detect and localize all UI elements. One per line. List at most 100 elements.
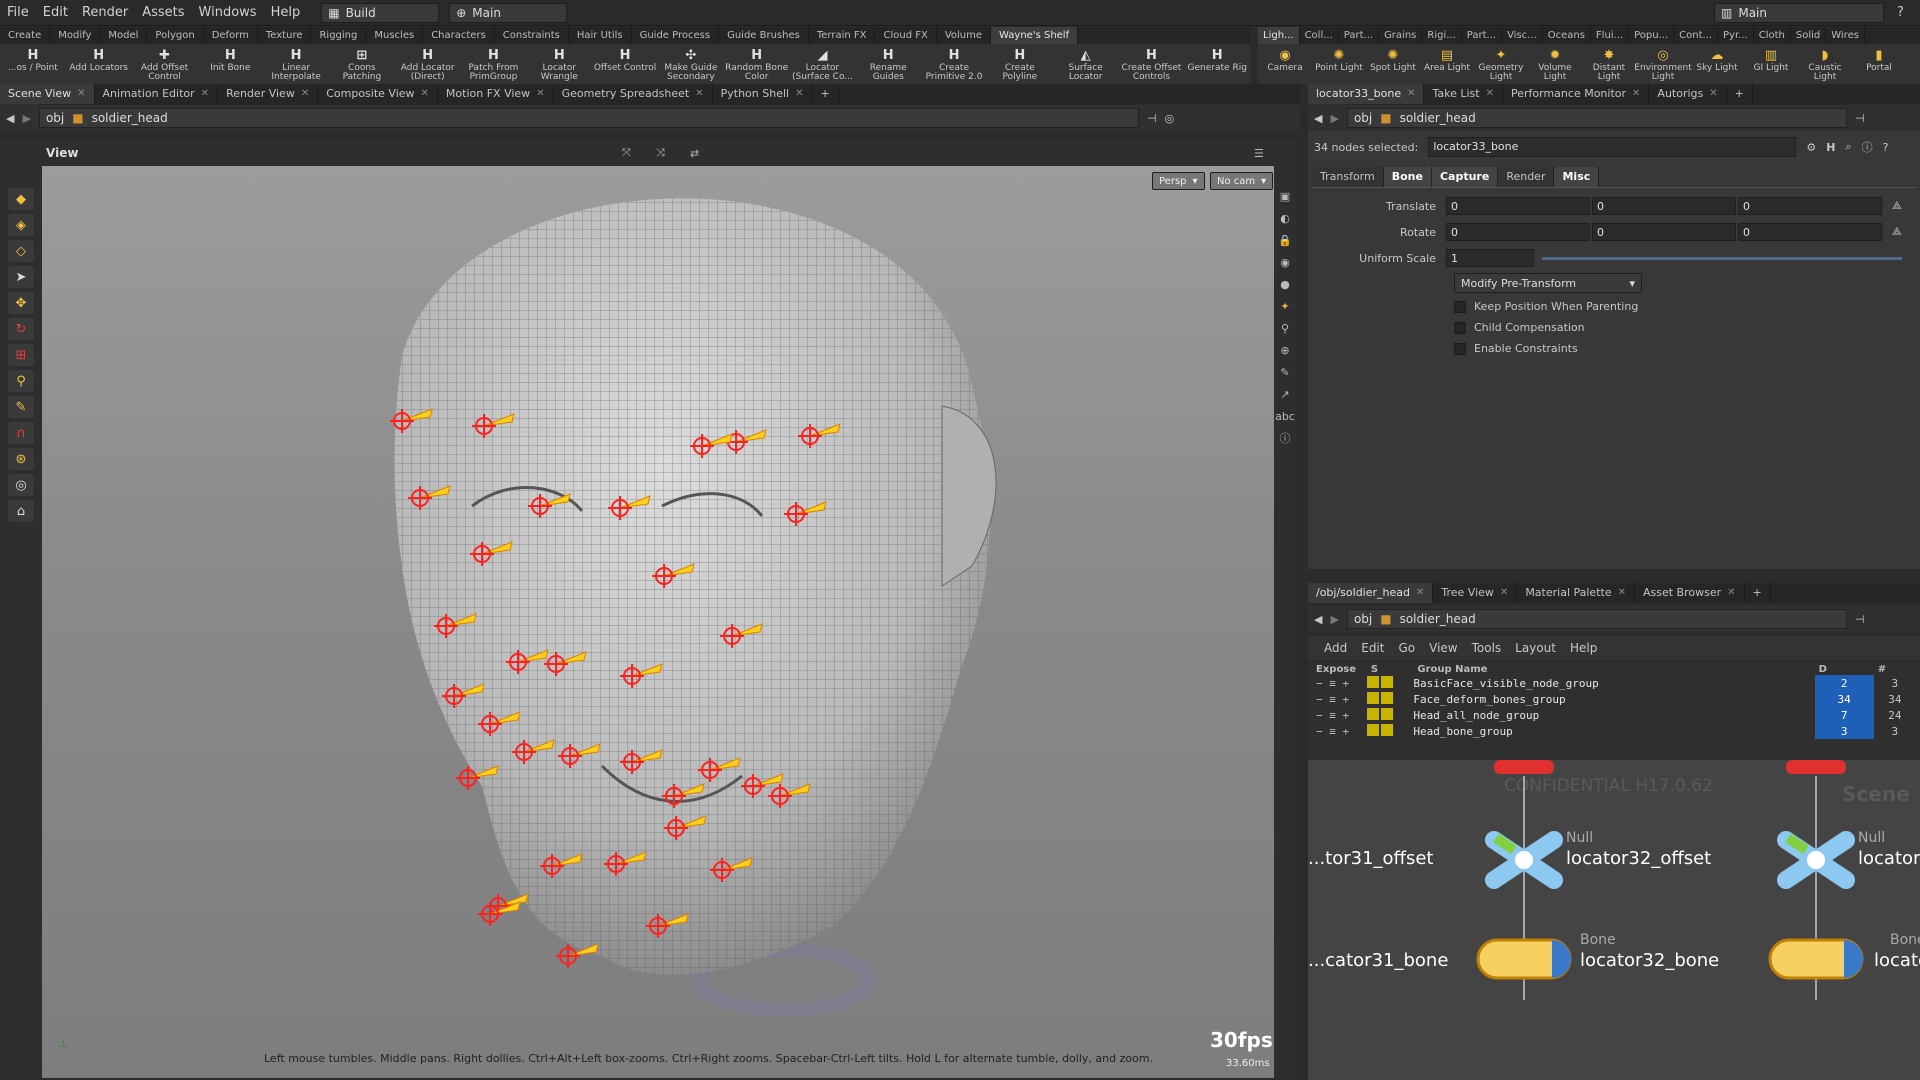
shelf-tool[interactable]: ✺ Spot Light <box>1366 44 1420 84</box>
shelf-tool[interactable]: ▤ Area Light <box>1420 44 1474 84</box>
display-icon[interactable]: ▣ <box>1277 188 1293 204</box>
forward-arrow-icon[interactable]: ▶ <box>1330 613 1338 626</box>
close-icon[interactable]: ✕ <box>1407 84 1415 104</box>
info-icon[interactable]: ⓘ <box>1862 139 1873 155</box>
shelf-tool[interactable]: H Locator Wrangle <box>526 44 592 84</box>
shelf-tab[interactable]: Popu... <box>1629 27 1675 44</box>
menu-item[interactable]: Help <box>264 0 308 26</box>
network-menu-item[interactable]: Tools <box>1472 641 1502 655</box>
rotate-x-field[interactable]: 0 <box>1446 223 1590 241</box>
scene-path-field[interactable]: obj ■ soldier_head <box>38 108 1139 128</box>
node-label[interactable]: locator32_bone <box>1580 950 1719 971</box>
expose-controls[interactable]: − ≡ + <box>1312 691 1367 707</box>
keep-position-checkbox[interactable]: Keep Position When Parenting <box>1454 300 1638 313</box>
forward-arrow-icon[interactable]: ▶ <box>22 112 30 125</box>
shelf-tab[interactable]: Constraints <box>495 27 569 44</box>
pin-icon[interactable]: ⊣ <box>1147 112 1157 125</box>
help-icon[interactable]: ? <box>1883 141 1889 154</box>
group-display-count[interactable]: 2 <box>1814 675 1874 691</box>
group-display-count[interactable]: 7 <box>1814 707 1874 723</box>
shelf-tool[interactable]: ✚ Add Offset Control <box>132 44 198 84</box>
shelf-tool[interactable]: ☁ Sky Light <box>1690 44 1744 84</box>
main-dropdown[interactable]: ⊕ Main <box>449 2 568 23</box>
close-icon[interactable]: ✕ <box>201 84 209 104</box>
shelf-tool[interactable]: H Create Primitive 2.0 <box>921 44 987 84</box>
network-menu-item[interactable]: Add <box>1324 641 1347 655</box>
node-label[interactable]: ...cator31_bone <box>1308 950 1448 971</box>
group-display-count[interactable]: 3 <box>1814 723 1874 739</box>
translate-x-field[interactable]: 0 <box>1446 197 1590 215</box>
shelf-tool[interactable]: ◢ Locator (Surface Co... <box>790 44 856 84</box>
channel-icon[interactable]: ⟁ <box>1892 225 1902 239</box>
uniform-scale-slider[interactable] <box>1542 256 1902 260</box>
shelf-tool[interactable]: ✹ Volume Light <box>1528 44 1582 84</box>
parameter-tab[interactable]: Misc <box>1554 167 1600 187</box>
params-path-root[interactable]: obj <box>1354 111 1372 125</box>
network-menu-item[interactable]: Go <box>1398 641 1415 655</box>
snap-grid-icon[interactable]: ⇄ <box>690 147 699 160</box>
network-menu-item[interactable]: Edit <box>1361 641 1384 655</box>
network-path-root[interactable]: obj <box>1354 612 1372 626</box>
menu-item[interactable]: File <box>0 0 36 26</box>
houdini-icon[interactable]: H <box>1826 141 1835 154</box>
pin-icon[interactable]: ⊣ <box>1855 112 1865 125</box>
shelf-tool[interactable]: ◎ Environment Light <box>1634 44 1691 84</box>
add-tab-icon[interactable]: + <box>1727 84 1753 104</box>
channel-icon[interactable]: ⟁ <box>1892 199 1902 213</box>
shelf-tab[interactable]: Create <box>0 27 51 44</box>
shelf-tool[interactable]: H Add Locators <box>66 44 132 84</box>
network-menu-item[interactable]: Layout <box>1515 641 1556 655</box>
wire-icon[interactable]: ✎ <box>1277 364 1293 380</box>
shelf-tab[interactable]: Cloth <box>1754 27 1791 44</box>
pane-tab[interactable]: Render View ✕ <box>218 84 319 104</box>
snap-curve-icon[interactable]: ⤨ <box>656 146 665 160</box>
shelf-tab[interactable]: Modify <box>50 27 101 44</box>
pane-tab[interactable]: Take List ✕ <box>1424 84 1503 104</box>
camera-icon[interactable]: ⌂ <box>8 500 34 522</box>
lock-icon[interactable]: 🔒 <box>1277 232 1293 248</box>
bone-tool-icon[interactable]: ⚲ <box>8 370 34 392</box>
shelf-tab[interactable]: Flui... <box>1591 27 1630 44</box>
shelf-tab[interactable]: Coll... <box>1300 27 1339 44</box>
shelf-tab[interactable]: Grains <box>1379 27 1423 44</box>
close-icon[interactable]: ✕ <box>1709 84 1717 104</box>
select-arrow-icon[interactable]: ➤ <box>8 266 34 288</box>
enable-constraints-checkbox[interactable]: Enable Constraints <box>1454 342 1578 355</box>
shelf-tab[interactable]: Rigi... <box>1422 27 1462 44</box>
shelf-tab[interactable]: Pyr... <box>1718 27 1754 44</box>
node-name-field[interactable]: locator33_bone <box>1428 137 1797 157</box>
params-path-node[interactable]: soldier_head <box>1400 111 1476 125</box>
network-path-node[interactable]: soldier_head <box>1400 612 1476 626</box>
group-row[interactable]: − ≡ + Head_bone_group 3 3 <box>1312 723 1916 739</box>
shelf-tab[interactable]: Guide Brushes <box>719 27 809 44</box>
params-path-field[interactable]: obj ■ soldier_head <box>1346 108 1847 128</box>
display-options-icon[interactable]: ☰ <box>1254 147 1264 160</box>
shelf-tab[interactable]: Oceans <box>1543 27 1591 44</box>
node-label[interactable]: locato... <box>1874 950 1920 971</box>
shelf-tab[interactable]: Visc... <box>1502 27 1543 44</box>
shelf-tool[interactable]: ✺ Point Light <box>1312 44 1366 84</box>
text-icon[interactable]: abc <box>1275 408 1295 424</box>
bone-locator[interactable] <box>556 943 599 968</box>
shelf-tab[interactable]: Polygon <box>147 27 204 44</box>
group-display-count[interactable]: 34 <box>1814 691 1874 707</box>
path-root[interactable]: obj <box>46 111 64 125</box>
shelf-tool[interactable]: ◭ Surface Locator <box>1053 44 1119 84</box>
shelf-tab[interactable]: Volume <box>937 27 992 44</box>
shelf-tab[interactable]: Guide Process <box>632 27 720 44</box>
close-icon[interactable]: ✕ <box>795 84 803 104</box>
shelf-tool[interactable]: H Offset Control <box>592 44 658 84</box>
guide-icon[interactable]: ↗ <box>1277 386 1293 402</box>
pin-icon[interactable]: ⚲ <box>1277 320 1293 336</box>
shelf-tab[interactable]: Part... <box>1339 27 1380 44</box>
expose-controls[interactable]: − ≡ + <box>1312 723 1367 739</box>
shelf-tool[interactable]: H Init Bone <box>197 44 263 84</box>
close-icon[interactable]: ✕ <box>1500 583 1508 603</box>
rotate-icon[interactable]: ↻ <box>8 318 34 340</box>
scale-icon[interactable]: ⊞ <box>8 344 34 366</box>
shelf-tool[interactable]: H Linear Interpolate <box>263 44 329 84</box>
path-node[interactable]: soldier_head <box>92 111 168 125</box>
group-color-swatch[interactable] <box>1366 723 1413 739</box>
shelf-tab[interactable]: Hair Utils <box>569 27 632 44</box>
pin-icon[interactable]: ⊣ <box>1855 613 1865 626</box>
